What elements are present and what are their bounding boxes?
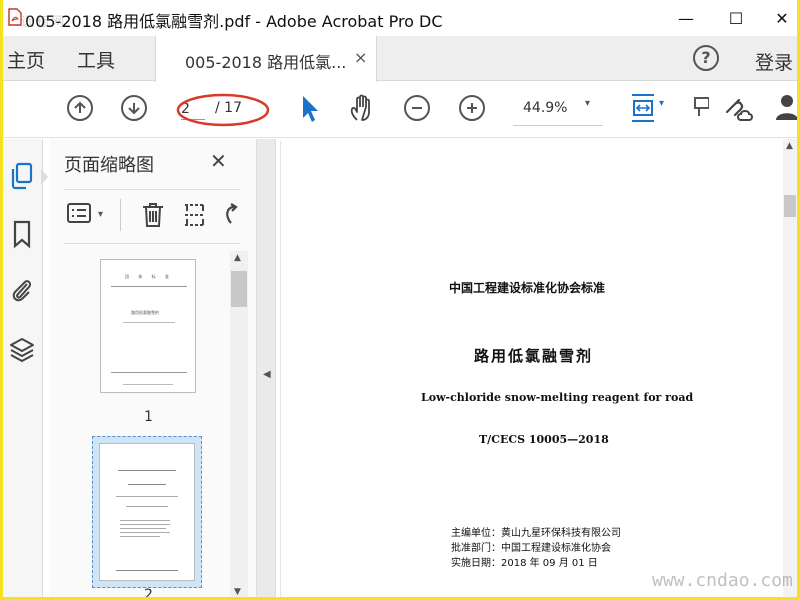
- rail-active-indicator: [41, 169, 48, 185]
- tab-document-label: 005-2018 路用低氯...: [185, 53, 347, 72]
- thumb-line: [118, 470, 176, 471]
- thumb-line: [128, 484, 166, 485]
- document-standard-number: T/CECS 10005—2018: [479, 433, 609, 446]
- layers-icon[interactable]: [9, 335, 35, 365]
- divider: [64, 189, 240, 190]
- thumbnail-number: 2: [144, 587, 153, 597]
- divider: [64, 243, 240, 244]
- divider: [120, 199, 121, 231]
- fit-dropdown-icon[interactable]: ▾: [659, 98, 664, 109]
- thumb-line: [123, 384, 173, 385]
- window-title: 005-2018 路用低氯融雪剂.pdf - Adobe Acrobat Pro…: [25, 12, 443, 31]
- thumb-line: [120, 528, 166, 529]
- tab-close-icon[interactable]: ×: [354, 48, 367, 67]
- scrollbar-thumb[interactable]: [784, 195, 796, 217]
- collapse-arrow-icon[interactable]: ◀: [263, 369, 271, 380]
- thumbnail-options-icon[interactable]: [66, 201, 94, 225]
- fit-page-icon[interactable]: [629, 92, 657, 124]
- thumb-line: [120, 524, 170, 525]
- panel-close-icon[interactable]: ✕: [210, 149, 227, 173]
- document-editor: 主编单位：黄山九星环保科技有限公司: [451, 528, 621, 539]
- scroll-down-icon[interactable]: ▼: [234, 587, 241, 597]
- thumbnail-page-1[interactable]: 团 体 标 准 路用低氯融雪剂: [100, 259, 196, 393]
- tab-bar: 主页 工具 005-2018 路用低氯... × ? 登录: [3, 36, 797, 82]
- document-org: 中国工程建设标准化协会标准: [449, 281, 606, 295]
- thumb-line: [120, 536, 160, 537]
- help-button[interactable]: ?: [693, 45, 719, 71]
- document-approver: 批准部门：中国工程建设标准化协会: [451, 543, 611, 554]
- zoom-dropdown-icon[interactable]: ▾: [585, 98, 590, 109]
- previous-page-button[interactable]: [67, 95, 93, 121]
- thumb-line: [123, 322, 175, 323]
- login-button[interactable]: 登录: [755, 48, 793, 75]
- thumb-line: [120, 532, 170, 533]
- thumbnail-number: 1: [144, 409, 153, 425]
- zoom-in-button[interactable]: [459, 95, 485, 121]
- attachment-icon[interactable]: [9, 275, 35, 305]
- zoom-underline: [513, 125, 603, 126]
- bookmark-icon[interactable]: [9, 219, 35, 249]
- panel-title: 页面缩略图: [64, 155, 154, 176]
- thumbnail-scrollbar[interactable]: ▲ ▼: [230, 251, 248, 597]
- thumbnail-page-2-selected[interactable]: [92, 436, 202, 588]
- arrow-down-icon: [128, 103, 140, 115]
- comment-icon[interactable]: [693, 94, 709, 122]
- thumb-text: 路用低氯融雪剂: [131, 310, 159, 315]
- scrollbar-thumb[interactable]: [231, 271, 247, 307]
- tab-home[interactable]: 主页: [7, 46, 45, 73]
- panel-collapse-handle[interactable]: ◀: [256, 139, 276, 597]
- document-page: 中国工程建设标准化协会标准 路用低氯融雪剂 Low-chloride snow-…: [280, 141, 780, 597]
- document-effective-date: 实施日期：2018 年 09 月 01 日: [451, 558, 598, 569]
- thumbnails-panel: 页面缩略图 ✕ ▾ 团 体 标 准 路用低氯融雪剂 1 2 ▲ ▼: [50, 139, 256, 597]
- next-page-button[interactable]: [121, 95, 147, 121]
- page-thumbnails-icon[interactable]: [9, 161, 35, 191]
- document-scrollbar[interactable]: ▲: [783, 139, 797, 597]
- select-tool-icon[interactable]: [299, 94, 321, 124]
- thumb-line: [116, 496, 178, 497]
- navigation-rail: [3, 139, 48, 597]
- maximize-button[interactable]: ☐: [713, 0, 759, 36]
- document-title: 路用低氯融雪剂: [474, 347, 594, 365]
- plus-icon: [467, 103, 477, 113]
- thumb-line: [120, 520, 170, 521]
- arrow-up-icon: [74, 101, 86, 113]
- tab-document[interactable]: 005-2018 路用低氯... ×: [155, 36, 377, 82]
- document-english-title: Low-chloride snow-melting reagent for ro…: [421, 391, 694, 404]
- zoom-out-button[interactable]: [404, 95, 430, 121]
- thumb-line: [116, 570, 178, 571]
- thumbnail-list: 团 体 标 准 路用低氯融雪剂 1 2: [50, 247, 228, 597]
- scroll-up-icon[interactable]: ▲: [234, 253, 241, 263]
- tab-tools[interactable]: 工具: [77, 46, 115, 73]
- minimize-button[interactable]: —: [663, 0, 709, 36]
- highlight-ellipse: [176, 93, 270, 127]
- document-view[interactable]: 中国工程建设标准化协会标准 路用低氯融雪剂 Low-chloride snow-…: [276, 139, 797, 597]
- thumb-line: [111, 286, 187, 287]
- rotate-icon[interactable]: [222, 201, 246, 229]
- watermark-top: 远标网: [21, 15, 67, 30]
- acrobat-window: 005-2018 路用低氯融雪剂.pdf - Adobe Acrobat Pro…: [3, 0, 797, 597]
- extract-pages-icon[interactable]: [182, 201, 208, 229]
- thumb-line: [111, 372, 187, 373]
- thumb-text: 团 体 标 准: [125, 274, 173, 279]
- minus-icon: [412, 107, 422, 109]
- thumb-line: [126, 506, 168, 507]
- close-window-button[interactable]: ✕: [759, 0, 797, 36]
- title-bar: 005-2018 路用低氯融雪剂.pdf - Adobe Acrobat Pro…: [3, 0, 797, 36]
- toolbar: / 17 44.9% ▾ ▾: [3, 82, 797, 138]
- options-dropdown-icon[interactable]: ▾: [98, 209, 103, 220]
- zoom-level[interactable]: 44.9%: [523, 100, 567, 116]
- hand-tool-icon[interactable]: [347, 92, 379, 124]
- watermark-bottom: www.cndao.com: [652, 570, 793, 591]
- trash-icon[interactable]: [140, 201, 166, 229]
- thumbnail-page-2: [99, 443, 195, 581]
- share-link-icon[interactable]: [721, 92, 757, 124]
- scroll-up-icon[interactable]: ▲: [786, 141, 793, 151]
- user-icon[interactable]: [775, 92, 797, 122]
